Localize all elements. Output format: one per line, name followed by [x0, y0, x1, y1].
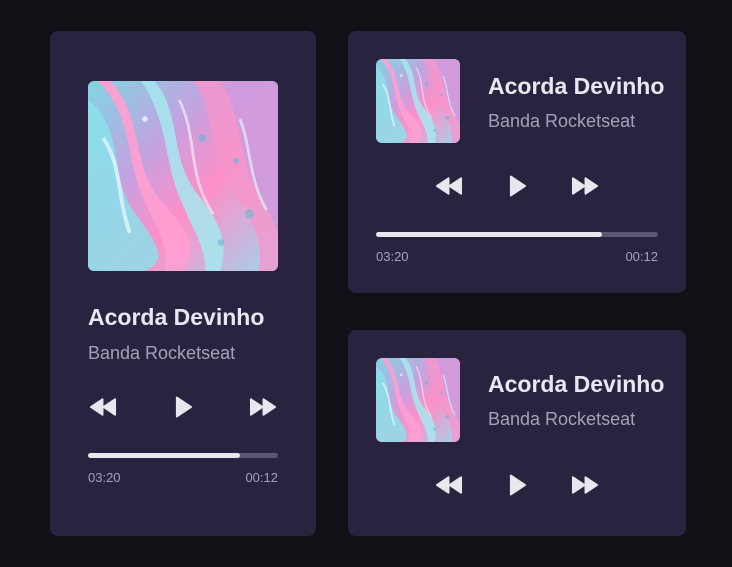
rewind-button[interactable] [434, 475, 463, 495]
rewind-icon [434, 475, 463, 495]
rewind-icon [88, 397, 117, 417]
play-icon [508, 473, 527, 497]
artist-name: Banda Rocketseat [488, 111, 636, 131]
progress-bar[interactable] [88, 453, 278, 458]
play-icon [508, 174, 527, 198]
rewind-icon [434, 176, 463, 196]
music-player-card-compact: Acorda Devinho Banda Rocketseat 03:20 00… [348, 31, 686, 293]
play-button[interactable] [508, 174, 527, 198]
rewind-button[interactable] [434, 176, 463, 196]
fast-forward-icon [571, 176, 600, 196]
fast-forward-button[interactable] [571, 475, 600, 495]
remaining-time: 00:12 [245, 470, 278, 485]
album-cover-image [88, 81, 278, 271]
play-button[interactable] [508, 473, 527, 497]
progress-bar[interactable] [376, 232, 658, 237]
track-title: Acorda Devinho [488, 371, 665, 397]
music-player-card-large: Acorda Devinho Banda Rocketseat 03:20 00… [50, 31, 316, 536]
progress-fill [88, 453, 240, 458]
rewind-button[interactable] [88, 397, 117, 417]
play-icon [174, 395, 193, 419]
progress-fill [376, 232, 602, 237]
album-cover-image [376, 59, 460, 143]
artist-name: Banda Rocketseat [488, 409, 636, 429]
elapsed-time: 03:20 [376, 249, 409, 264]
elapsed-time: 03:20 [88, 470, 121, 485]
fast-forward-icon [249, 397, 278, 417]
artist-name: Banda Rocketseat [88, 343, 236, 363]
track-title: Acorda Devinho [88, 304, 265, 330]
fast-forward-icon [571, 475, 600, 495]
track-title: Acorda Devinho [488, 73, 665, 99]
play-button[interactable] [174, 395, 193, 419]
album-cover-image [376, 358, 460, 442]
fast-forward-button[interactable] [249, 397, 278, 417]
fast-forward-button[interactable] [571, 176, 600, 196]
remaining-time: 00:12 [625, 249, 658, 264]
music-player-card-mini: Acorda Devinho Banda Rocketseat [348, 330, 686, 536]
